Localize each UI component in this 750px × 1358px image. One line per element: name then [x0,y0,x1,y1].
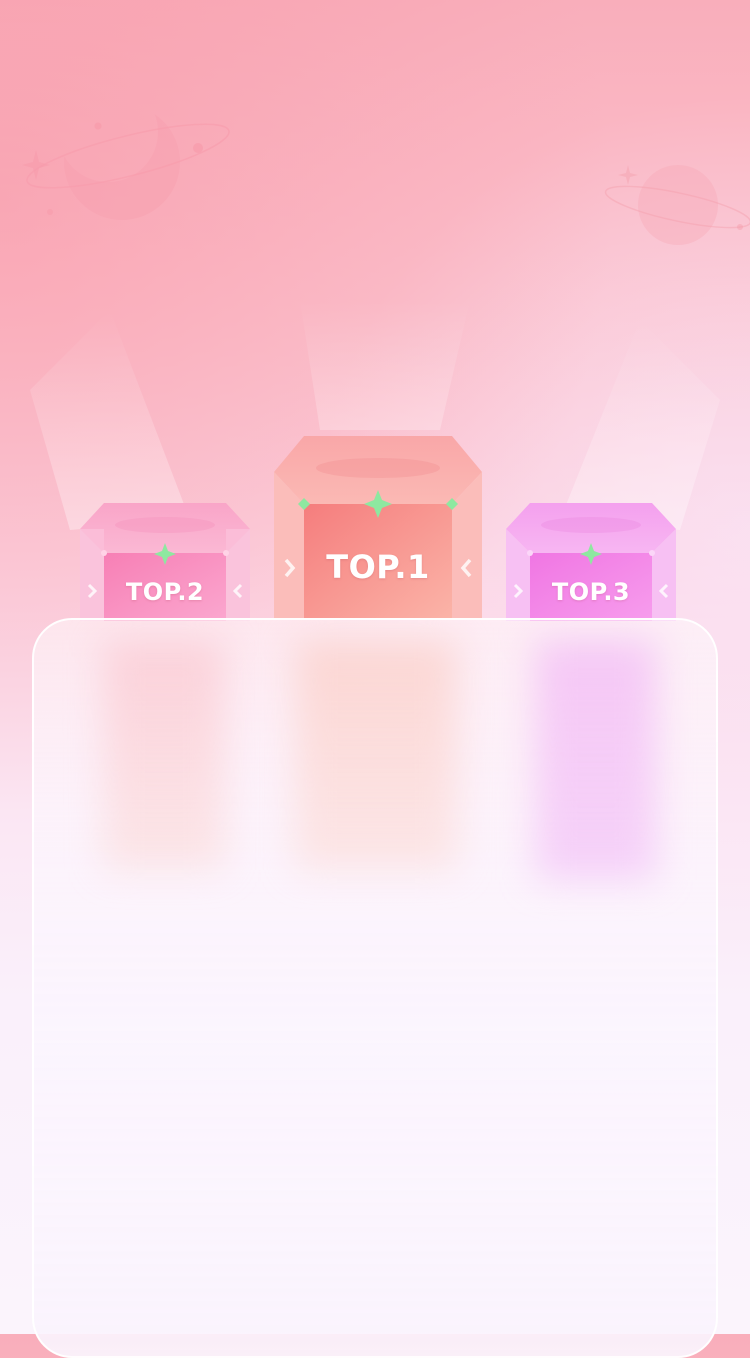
podium-shape [274,436,482,620]
content-panel [32,618,718,1358]
pillar-reflection-2 [104,640,224,870]
podium-top-3[interactable]: TOP.3 [506,501,676,621]
crescent-moon-icon [22,104,230,220]
podium-label-top-1: TOP.1 [326,548,430,586]
podium-top-2[interactable]: TOP.2 [80,501,250,621]
podium-label-top-3: TOP.3 [551,578,631,606]
podium-label-top-2: TOP.2 [125,578,205,606]
pillar-reflection-1 [296,640,456,870]
pillar-reflection-3 [536,640,656,880]
podium-top-1[interactable]: TOP.1 [274,434,482,620]
planet-icon [604,165,750,245]
